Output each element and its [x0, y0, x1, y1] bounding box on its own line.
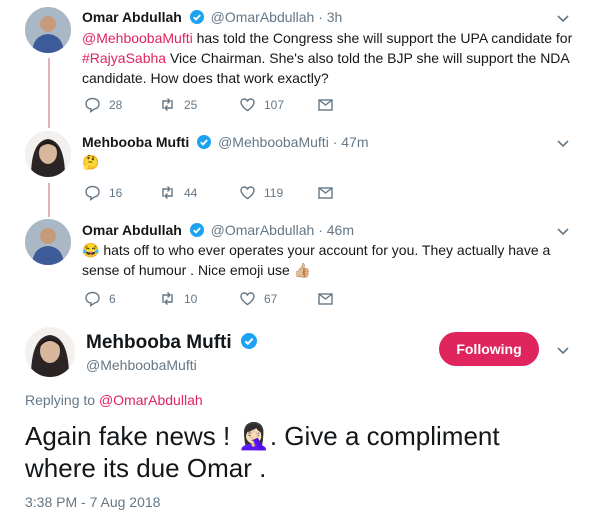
tweet-text-part: has told the Congress she will support t… — [192, 30, 573, 46]
separator: · — [318, 222, 323, 238]
tweet-time[interactable]: 3h — [327, 9, 343, 25]
reply-button[interactable]: 28 — [84, 96, 159, 113]
retweet-button[interactable]: 25 — [159, 96, 239, 113]
tweet-text-part: hats off to who ever operates your accou… — [82, 242, 551, 278]
author-name-text: Mehbooba Mufti — [86, 332, 232, 353]
tweet-actions: 6 10 67 — [84, 290, 342, 307]
dm-icon — [318, 293, 333, 305]
chevron-down-icon[interactable] — [556, 224, 570, 238]
like-count: 107 — [264, 97, 285, 112]
tweet-text: 🤔 — [82, 152, 582, 172]
retweet-icon — [162, 292, 173, 305]
tweet-header: Mehbooba Mufti @MehboobaMufti · 47m — [82, 134, 369, 152]
avatar[interactable] — [25, 219, 71, 265]
retweet-icon — [162, 186, 173, 199]
like-button[interactable]: 107 — [239, 96, 317, 113]
tweet-time[interactable]: 46m — [327, 222, 354, 238]
dm-button[interactable] — [317, 96, 342, 113]
chevron-down-icon[interactable] — [556, 136, 570, 150]
like-count: 67 — [264, 291, 278, 306]
tweet-header: Omar Abdullah @OmarAbdullah · 46m — [82, 222, 354, 240]
like-count: 119 — [264, 185, 284, 200]
reply-icon — [85, 97, 100, 113]
like-icon — [240, 186, 255, 200]
tweet-actions: 16 44 119 — [84, 184, 342, 201]
author-handle[interactable]: @MehboobaMufti — [86, 357, 197, 373]
like-icon — [240, 98, 255, 112]
author-name[interactable]: Omar Abdullah — [82, 222, 182, 238]
reply-count: 28 — [109, 97, 123, 112]
reply-count: 6 — [109, 291, 116, 306]
like-button[interactable]: 119 — [239, 184, 317, 201]
tweet-text: 😂 hats off to who ever operates your acc… — [82, 240, 582, 280]
like-icon — [240, 292, 255, 306]
dm-button[interactable] — [317, 290, 342, 307]
thinking-emoji: 🤔 — [82, 154, 100, 170]
reply-button[interactable]: 16 — [84, 184, 159, 201]
retweet-count: 44 — [184, 185, 198, 200]
verified-icon — [240, 333, 257, 355]
like-button[interactable]: 67 — [239, 290, 317, 307]
dm-icon — [318, 187, 333, 199]
verified-icon — [189, 10, 204, 27]
author-name[interactable]: Mehbooba Mufti — [82, 134, 189, 150]
mention-link[interactable]: @MehboobaMufti — [82, 30, 193, 46]
tweet-text-part: Again fake news ! — [25, 421, 238, 451]
tweet-header: Omar Abdullah @OmarAbdullah · 3h — [82, 9, 342, 27]
following-button[interactable]: Following — [439, 332, 539, 366]
separator: · — [332, 134, 338, 150]
dm-button[interactable] — [317, 184, 342, 201]
verified-icon — [197, 135, 212, 152]
hashtag-link[interactable]: #RajyaSabha — [82, 50, 166, 66]
thread-line — [48, 183, 50, 217]
chevron-down-icon[interactable] — [556, 343, 570, 357]
tweet-actions: 28 25 107 — [84, 96, 342, 113]
author-handle[interactable]: @MehboobaMufti — [218, 134, 329, 150]
avatar[interactable] — [25, 7, 71, 53]
replying-to: Replying to @OmarAbdullah — [25, 392, 203, 408]
reply-button[interactable]: 6 — [84, 290, 159, 307]
retweet-count: 25 — [184, 97, 198, 112]
reply-icon — [85, 291, 100, 307]
tweet-text: Again fake news ! 🤦🏻‍♀️. Give a complime… — [25, 420, 565, 484]
verified-icon — [189, 223, 204, 240]
chevron-down-icon[interactable] — [556, 11, 570, 25]
retweet-icon — [162, 98, 173, 111]
laughing-emoji: 😂 — [82, 242, 100, 258]
dm-icon — [318, 99, 333, 111]
retweet-button[interactable]: 10 — [159, 290, 239, 307]
author-name[interactable]: Mehbooba Mufti — [86, 332, 260, 355]
avatar[interactable] — [25, 327, 75, 377]
separator: · — [318, 9, 323, 25]
reply-icon — [85, 185, 100, 201]
replying-prefix: Replying to — [25, 392, 99, 408]
tweet-text: @MehboobaMufti has told the Congress she… — [82, 28, 582, 88]
thread-line — [48, 58, 50, 128]
reply-count: 16 — [109, 185, 123, 200]
author-name[interactable]: Omar Abdullah — [82, 9, 182, 25]
facepalm-emoji: 🤦🏻‍♀️ — [237, 421, 270, 451]
author-handle[interactable]: @OmarAbdullah — [211, 9, 315, 25]
tweet-time[interactable]: 47m — [341, 134, 368, 150]
author-handle[interactable]: @OmarAbdullah — [211, 222, 315, 238]
mention-link[interactable]: @OmarAbdullah — [99, 392, 203, 408]
retweet-button[interactable]: 44 — [159, 184, 239, 201]
avatar[interactable] — [25, 131, 71, 177]
thumbs-up-emoji: 👍🏼 — [293, 262, 312, 278]
retweet-count: 10 — [184, 291, 198, 306]
